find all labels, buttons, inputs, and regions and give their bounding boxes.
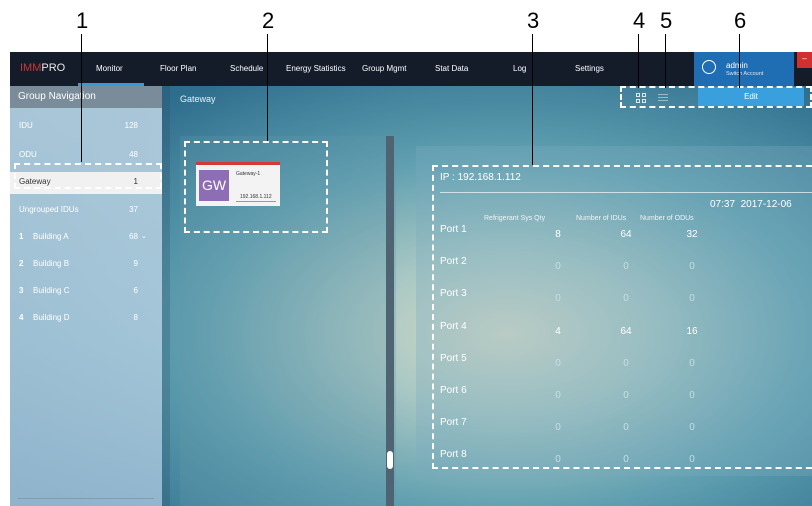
switch-account-label: Switch Account [726,71,764,77]
building-label: Building C [33,286,70,295]
sidebar-item-building-b[interactable]: 2 Building B 9 [10,254,162,276]
app-window: IMMPRO Monitor Floor Plan Schedule Energ… [10,52,812,506]
building-label: Building D [33,313,70,322]
building-count: 9 [133,259,138,268]
building-count: 6 [133,286,138,295]
app-logo: IMMPRO [20,62,66,74]
building-label: Building B [33,259,70,268]
sidebar-divider [18,498,154,499]
callout-line-3 [532,34,533,165]
building-label: Building A [33,232,69,241]
sidebar-item-count: 48 [129,150,138,159]
callout-5: 5 [660,8,673,33]
sidebar-item-count: 37 [129,205,138,214]
annotation-box-4-6 [620,86,812,108]
sidebar-splitter[interactable] [162,86,170,506]
group-navigation-sidebar: Group Navigation IDU 128 ODU 48 Gateway … [10,86,162,506]
nav-group-mgmt[interactable]: Group Mgmt [362,64,406,73]
building-count: 68 [129,232,138,241]
nav-floor-plan[interactable]: Floor Plan [160,64,196,73]
annotation-box-3 [432,165,812,469]
callout-line-6 [739,34,740,88]
user-avatar-icon [702,60,716,74]
sidebar-header: Group Navigation [10,86,162,108]
annotation-box-2 [184,141,328,233]
nav-energy-statistics[interactable]: Energy Statistics [286,64,346,73]
callout-line-2 [267,34,268,141]
chevron-down-icon[interactable]: ⌄ [141,232,147,240]
sidebar-item-building-d[interactable]: 4 Building D 8 [10,308,162,330]
callout-4: 4 [633,8,646,33]
nav-schedule[interactable]: Schedule [230,64,263,73]
callout-line-1 [81,34,82,162]
callout-6: 6 [734,8,747,33]
building-index: 4 [19,313,24,322]
building-count: 8 [133,313,138,322]
nav-stat-data[interactable]: Stat Data [435,64,468,73]
annotation-box-1 [14,163,162,189]
user-name: admin [726,61,748,70]
sidebar-title: Group Navigation [18,91,96,102]
close-button[interactable]: – [797,52,812,68]
callout-line-5 [665,34,666,88]
callout-1: 1 [76,8,89,33]
nav-settings[interactable]: Settings [575,64,604,73]
sidebar-item-label: Ungrouped IDUs [19,205,79,214]
scrollbar-thumb[interactable] [387,451,393,469]
nav-log[interactable]: Log [513,64,526,73]
breadcrumb: Gateway [180,94,216,104]
account-switch-button[interactable]: admin Switch Account [694,52,794,86]
callout-3: 3 [527,8,540,33]
sidebar-item-label: ODU [19,150,37,159]
callout-line-4 [638,34,639,88]
building-index: 1 [19,232,24,241]
sidebar-item-building-c[interactable]: 3 Building C 6 [10,281,162,303]
sidebar-item-building-a[interactable]: 1 Building A 68 ⌄ [10,227,162,249]
building-index: 2 [19,259,24,268]
top-navigation-bar: IMMPRO Monitor Floor Plan Schedule Energ… [10,52,812,86]
callout-2: 2 [262,8,275,33]
sidebar-item-label: IDU [19,121,33,130]
sidebar-item-idu[interactable]: IDU 128 [10,116,162,138]
sidebar-item-count: 128 [124,121,138,130]
nav-monitor[interactable]: Monitor [96,64,123,73]
sidebar-item-ungrouped-idus[interactable]: Ungrouped IDUs 37 [10,200,162,222]
building-index: 3 [19,286,24,295]
